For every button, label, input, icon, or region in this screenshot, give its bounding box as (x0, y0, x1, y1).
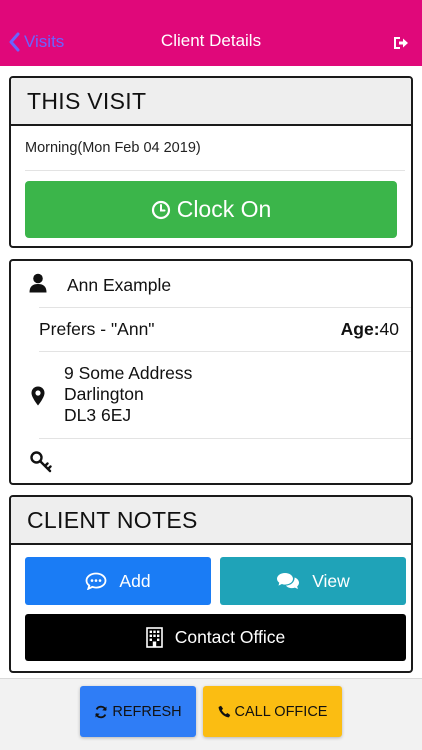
client-notes-card: CLIENT NOTES Add View Contact Office (9, 495, 413, 673)
address-line: Darlington (64, 384, 144, 404)
back-label: Visits (24, 32, 65, 51)
this-visit-card: THIS VISIT Morning(Mon Feb 04 2019) Cloc… (9, 76, 413, 248)
contact-office-label: Contact Office (174, 627, 286, 647)
view-notes-button[interactable]: View (220, 557, 406, 605)
call-office-label: CALL OFFICE (234, 703, 328, 720)
age-value: 40 (379, 319, 399, 339)
chevron-left-icon (9, 32, 20, 52)
person-icon (29, 273, 47, 293)
client-details-card: Ann Example Prefers - "Ann" Age:40 9 Som… (9, 259, 413, 485)
client-notes-heading: CLIENT NOTES (11, 497, 411, 545)
preferred-name: Prefers - "Ann" (39, 319, 155, 339)
age-label: Age: (340, 319, 380, 339)
this-visit-heading: THIS VISIT (11, 78, 411, 126)
divider (39, 438, 411, 439)
clock-on-button[interactable]: Clock On (25, 181, 397, 238)
divider (39, 351, 411, 352)
address-line: DL3 6EJ (64, 405, 132, 425)
refresh-icon (95, 705, 108, 718)
divider (25, 170, 405, 171)
map-pin-icon (31, 386, 45, 406)
back-button[interactable]: Visits (8, 30, 64, 54)
contact-office-button[interactable]: Contact Office (25, 614, 406, 661)
comments-icon (277, 573, 300, 589)
key-icon[interactable] (30, 451, 52, 473)
client-address: 9 Some Address Darlington DL3 6EJ (64, 363, 192, 426)
visit-time: Morning(Mon Feb 04 2019) (25, 140, 201, 156)
building-icon (145, 627, 163, 648)
add-note-button[interactable]: Add (25, 557, 211, 605)
add-label: Add (119, 570, 151, 591)
client-age: Age:40 (341, 319, 399, 340)
client-name: Ann Example (67, 275, 172, 295)
address-line: 9 Some Address (64, 363, 193, 383)
app-header: Visits Client Details (0, 0, 422, 66)
refresh-button[interactable]: REFRESH (80, 686, 196, 737)
divider (39, 307, 411, 308)
phone-icon (218, 705, 230, 718)
client-name-row: Ann Example (11, 261, 411, 307)
view-label: View (312, 570, 350, 591)
comment-dots-icon (86, 572, 107, 590)
refresh-label: REFRESH (112, 703, 182, 720)
footer-bar: REFRESH CALL OFFICE (0, 678, 422, 750)
clock-on-label: Clock On (176, 196, 272, 222)
call-office-button[interactable]: CALL OFFICE (203, 686, 342, 737)
clock-icon (151, 200, 170, 219)
sign-out-icon[interactable] (392, 34, 410, 52)
